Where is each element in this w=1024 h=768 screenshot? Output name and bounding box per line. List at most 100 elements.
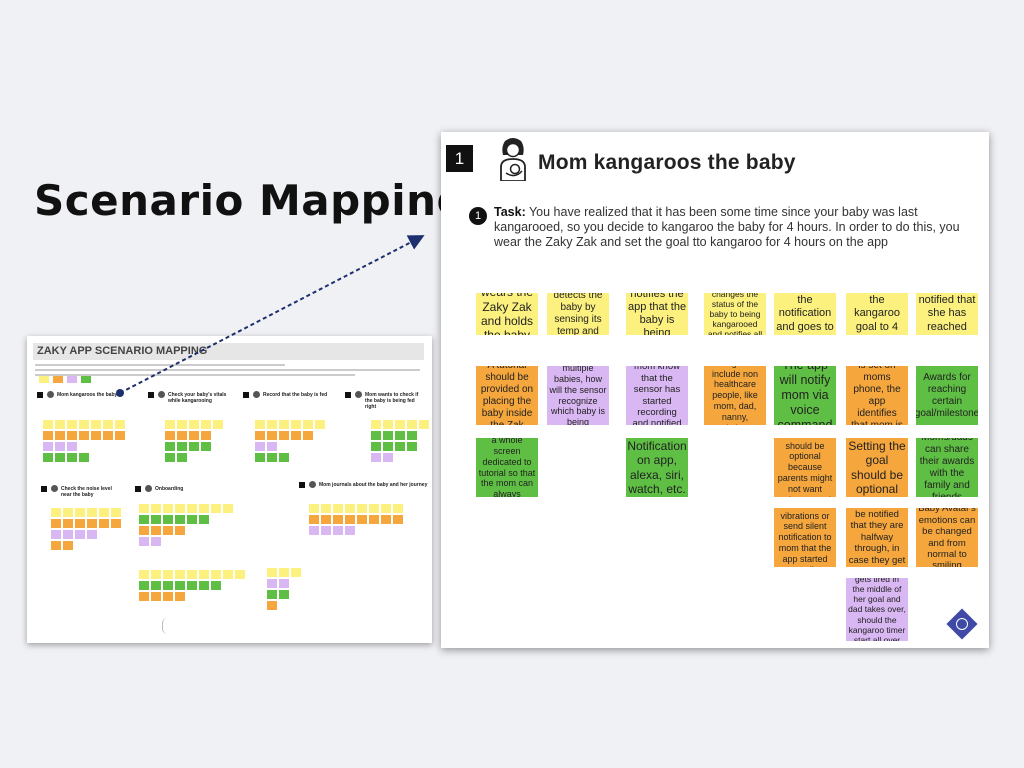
mini-sticky-note [163, 581, 173, 590]
mom-icon [309, 481, 316, 488]
mini-sticky-note [267, 442, 277, 451]
mini-sticky-note [67, 453, 77, 462]
mini-sticky-note [291, 420, 301, 429]
mini-sticky-note [91, 420, 101, 429]
mini-sticky-note [223, 504, 233, 513]
section-heading: Check your baby's vitals while kangarooi… [168, 392, 227, 404]
mini-sticky-note [211, 570, 221, 579]
mini-sticky-note [381, 515, 391, 524]
mini-sticky-note [371, 453, 381, 462]
mini-sticky-note [303, 431, 313, 440]
mini-sticky-note [175, 515, 185, 524]
mini-sticky-note [79, 431, 89, 440]
mini-sticky-note [139, 570, 149, 579]
mini-sticky-note [189, 420, 199, 429]
sticky-note-orange: Voice command should be optional because… [774, 438, 836, 497]
mini-sticky-note [151, 526, 161, 535]
mini-sticky-note [211, 581, 221, 590]
legend-chip [39, 376, 49, 383]
mini-sticky-note [103, 420, 113, 429]
mini-sticky-note [151, 537, 161, 546]
mini-sticky-note [55, 420, 65, 429]
mini-sticky-note [345, 515, 355, 524]
mom-icon [145, 485, 152, 492]
sticky-note-green: Awards for reaching certain goal/milesto… [916, 366, 978, 425]
mini-sticky-note [267, 601, 277, 610]
mini-sticky-note [211, 504, 221, 513]
mini-sticky-note [187, 581, 197, 590]
mini-sticky-note [139, 515, 149, 524]
mini-sticky-note [75, 530, 85, 539]
mini-sticky-note [91, 431, 101, 440]
sticky-note-green: Moms/dads can share their awards with th… [916, 438, 978, 497]
section-badge [135, 486, 141, 492]
mini-sticky-note [255, 453, 265, 462]
mini-sticky-note [395, 420, 405, 429]
logo-icon [946, 608, 978, 640]
section-heading: Record that the baby is fed [263, 392, 328, 398]
mini-sticky-note [51, 541, 61, 550]
sticky-note-yellow: The app changes the status of the baby t… [704, 293, 766, 335]
mom-icon [158, 391, 165, 398]
mini-sticky-note [165, 431, 175, 440]
mini-sticky-note [43, 453, 53, 462]
section-badge [299, 482, 305, 488]
sticky-note-yellow: Mom is notified that she has reached her… [916, 293, 978, 335]
mini-sticky-note [279, 431, 289, 440]
task-text: You have realized that it has been some … [494, 205, 960, 249]
mini-sticky-note [75, 519, 85, 528]
sticky-note-orange: As the goal is set on moms phone, the ap… [846, 366, 908, 425]
mini-sticky-note [383, 442, 393, 451]
mini-sticky-note [407, 442, 417, 451]
mini-sticky-note [87, 519, 97, 528]
mini-sticky-note [111, 519, 121, 528]
mini-sticky-note [201, 442, 211, 451]
mini-sticky-note [267, 453, 277, 462]
mini-sticky-note [267, 579, 277, 588]
sticky-note-green: Notification on app, alexa, siri, watch,… [626, 438, 688, 497]
mini-sticky-note [99, 519, 109, 528]
mini-sticky-note [235, 570, 245, 579]
mini-sticky-note [189, 431, 199, 440]
mini-sticky-note [63, 530, 73, 539]
mini-sticky-note [55, 453, 65, 462]
section-badge [243, 392, 249, 398]
board-title: Mom kangaroos the baby [538, 151, 796, 174]
mini-sticky-note [151, 581, 161, 590]
mini-sticky-note [187, 504, 197, 513]
mini-sticky-note [201, 420, 211, 429]
mini-sticky-note [407, 431, 417, 440]
mini-sticky-note [79, 420, 89, 429]
mini-sticky-note [333, 504, 343, 513]
mini-sticky-note [177, 442, 187, 451]
mini-sticky-note [175, 526, 185, 535]
mini-sticky-note [87, 530, 97, 539]
mini-sticky-note [371, 442, 381, 451]
section-badge [345, 392, 351, 398]
mini-sticky-note [163, 515, 173, 524]
mini-sticky-note [103, 431, 113, 440]
mini-sticky-note [213, 420, 223, 429]
mini-sticky-note [187, 570, 197, 579]
sticky-note-yellow: Mom wears the Zaky Zak and holds the bab… [476, 293, 538, 335]
mini-sticky-note [369, 504, 379, 513]
mini-sticky-note [151, 515, 161, 524]
mini-sticky-note [291, 568, 301, 577]
section-heading: Check the noise level near the baby [61, 486, 112, 498]
mini-sticky-note [267, 590, 277, 599]
mini-sticky-note [139, 581, 149, 590]
scenario-board: 1 Mom kangaroos the baby 1 Task: You hav… [441, 132, 989, 648]
mini-sticky-note [165, 453, 175, 462]
mini-sticky-note [303, 420, 313, 429]
mini-sticky-note [255, 420, 265, 429]
mini-sticky-note [175, 592, 185, 601]
mini-sticky-note [151, 504, 161, 513]
mini-sticky-note [63, 508, 73, 517]
mini-sticky-note [187, 515, 197, 524]
slide-title: Scenario Mapping [34, 176, 468, 225]
mini-sticky-note [63, 541, 73, 550]
section-badge [41, 486, 47, 492]
scroll-indicator [162, 618, 173, 634]
sticky-note-green: There should a whole screen dedicated to… [476, 438, 538, 497]
mini-sticky-note [371, 431, 381, 440]
